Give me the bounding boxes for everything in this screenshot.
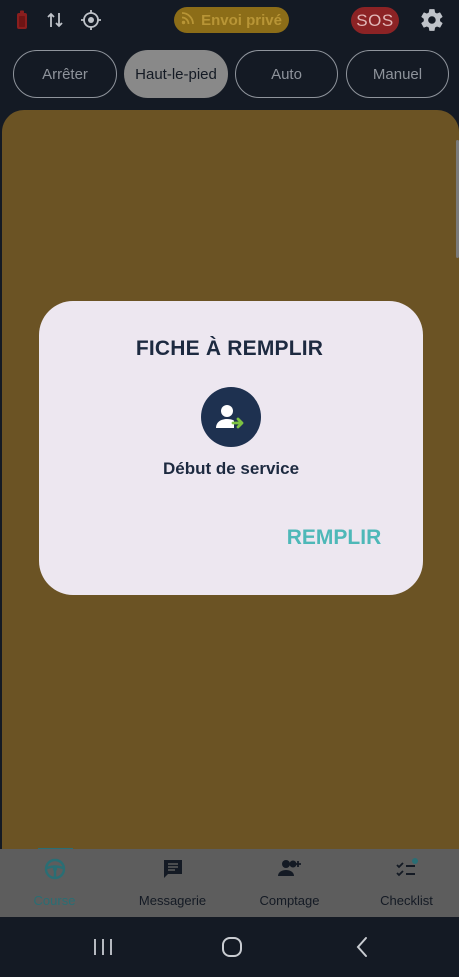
tab-course[interactable]: Course	[0, 849, 112, 917]
tab-label: Comptage	[259, 893, 320, 908]
private-send-button[interactable]: Envoi privé	[174, 7, 289, 33]
mode-button-stop[interactable]: Arrêter	[13, 50, 117, 98]
mode-label: Arrêter	[42, 65, 88, 83]
dialog-title: FICHE À REMPLIR	[135, 337, 324, 360]
system-nav-bar	[0, 917, 459, 977]
swap-vertical-icon	[43, 8, 67, 32]
tab-messagerie[interactable]: Messagerie	[115, 849, 230, 917]
tab-checklist[interactable]: Checklist	[349, 849, 459, 917]
mode-label: Manuel	[372, 65, 423, 83]
back-icon[interactable]	[347, 934, 377, 960]
people-add-icon	[232, 858, 347, 880]
person-arrow-right-icon	[201, 387, 261, 447]
tab-label: Checklist	[380, 893, 433, 908]
gear-icon[interactable]	[419, 7, 445, 33]
app-screen: Envoi privé SOS Arrêter Haut-le-pied Aut…	[0, 0, 459, 977]
fill-button[interactable]: REMPLIR	[287, 525, 382, 551]
mode-selector: Arrêter Haut-le-pied Auto Manuel	[0, 50, 459, 98]
dialog-subtitle: Début de service	[162, 459, 300, 478]
gps-target-icon	[79, 8, 103, 32]
sos-button[interactable]: SOS	[351, 7, 399, 34]
rss-feed-icon	[181, 11, 195, 29]
recents-icon[interactable]	[88, 934, 118, 960]
mode-button-haut-le-pied[interactable]: Haut-le-pied	[124, 50, 228, 98]
private-send-label: Envoi privé	[201, 11, 282, 29]
battery-icon	[10, 8, 34, 32]
tab-comptage[interactable]: Comptage	[232, 849, 347, 917]
mode-label: Auto	[271, 65, 302, 83]
steering-wheel-icon	[0, 858, 112, 880]
top-bar: Envoi privé SOS	[0, 0, 459, 40]
tab-label: Course	[33, 893, 76, 908]
mode-button-manual[interactable]: Manuel	[346, 50, 449, 98]
home-icon[interactable]	[217, 934, 247, 960]
mode-button-auto[interactable]: Auto	[235, 50, 338, 98]
message-icon	[115, 858, 230, 880]
tab-label: Messagerie	[138, 893, 207, 908]
sos-label: SOS	[356, 10, 394, 30]
bottom-tab-bar: Course Messagerie Comptage Checklist	[0, 849, 459, 917]
checklist-icon	[349, 858, 459, 880]
mode-label: Haut-le-pied	[135, 65, 217, 83]
